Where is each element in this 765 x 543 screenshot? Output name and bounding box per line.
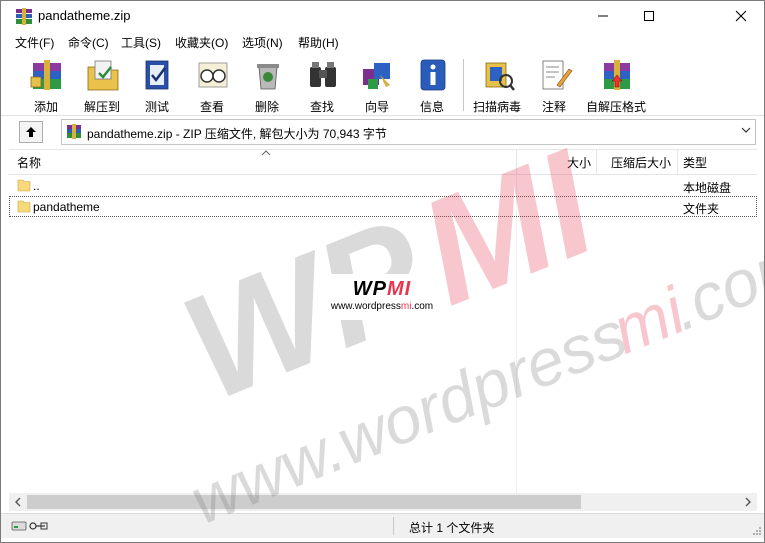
sort-ascending-icon [261,150,271,156]
menu-options[interactable]: 选项(N) [242,34,283,51]
scroll-left-icon[interactable] [14,497,22,507]
column-divider [677,150,678,174]
address-combobox[interactable]: pandatheme.zip - ZIP 压缩文件, 解包大小为 70,943 … [61,119,756,145]
menu-favorites[interactable]: 收藏夹(O) [175,34,228,51]
delete-button[interactable]: 删除 [242,55,292,114]
column-divider [596,150,597,174]
item-type: 本地磁盘 [683,181,732,195]
sfx-label: 自解压格式 [585,100,646,114]
add-button[interactable]: 添加 [21,55,71,114]
menu-help[interactable]: 帮助(H) [298,34,339,51]
up-arrow-icon [26,127,36,137]
column-packed-size[interactable]: 压缩后大小 [611,154,671,171]
scroll-right-icon[interactable] [744,497,752,507]
delete-recycle-icon [257,64,279,90]
scrollbar-thumb[interactable] [27,495,581,509]
scan-virus-icon [485,62,515,91]
info-button[interactable]: 信息 [407,55,457,114]
window-title: pandatheme.zip [38,8,131,23]
title-bar[interactable]: pandatheme.zip [1,1,764,31]
column-header: 名称 大小 压缩后大小 类型 [9,150,757,175]
menu-bar: 文件(F) 命令(C) 工具(S) 收藏夹(O) 选项(N) 帮助(H) [1,31,764,51]
address-row: pandatheme.zip - ZIP 压缩文件, 解包大小为 70,943 … [1,117,764,147]
comment-label: 注释 [541,100,566,114]
folder-icon [17,179,31,192]
maximize-button[interactable] [626,1,672,31]
column-gridline [516,174,517,494]
winrar-app-icon [16,8,32,25]
comment-button[interactable]: 注释 [529,55,579,114]
horizontal-scrollbar[interactable] [9,493,757,511]
item-name: .. [33,179,40,193]
add-archive-icon [30,60,61,90]
column-size[interactable]: 大小 [567,154,591,171]
close-icon [735,10,747,22]
view-button[interactable]: 查看 [187,55,237,114]
wizard-icon [363,63,390,89]
list-item[interactable]: .. 本地磁盘 [9,175,757,196]
test-icon [145,60,169,90]
menu-file[interactable]: 文件(F) [15,34,54,51]
status-separator [393,517,394,535]
sfx-button[interactable]: 自解压格式 [586,55,646,114]
view-glasses-icon [198,62,228,88]
comment-pencil-icon [542,60,573,90]
column-divider [516,150,517,174]
item-type: 文件夹 [683,202,720,216]
menu-tools[interactable]: 工具(S) [121,34,161,51]
drive-key-icon [11,521,48,531]
chevron-down-icon[interactable] [741,126,751,134]
up-folder-button[interactable] [19,121,43,143]
status-bar: 总计 1 个文件夹 [1,513,764,538]
status-text: 总计 1 个文件夹 [409,521,495,535]
extract-folder-icon [87,60,119,91]
item-name: pandatheme [33,200,100,214]
resize-grip-icon[interactable] [752,526,762,536]
column-type[interactable]: 类型 [683,154,707,171]
column-name[interactable]: 名称 [17,154,41,171]
find-button[interactable]: 查找 [297,55,347,114]
close-button[interactable] [718,1,764,31]
winrar-window: pandatheme.zip 文件(F) 命令(C) 工具(S) 收藏夹(O) … [0,0,765,543]
scan-virus-button[interactable]: 扫描病毒 [472,55,522,114]
list-item[interactable]: pandatheme 文件夹 [9,196,757,217]
sfx-archive-icon [604,60,630,90]
extract-to-button[interactable]: 解压到 [77,55,127,114]
address-text: pandatheme.zip - ZIP 压缩文件, 解包大小为 70,943 … [87,127,387,141]
archive-icon [67,124,81,139]
toolbar: 添加 解压到 测试 查看 删除 查找 向导 信息 扫描病毒 注释 自解压格式 [1,51,764,116]
menu-commands[interactable]: 命令(C) [68,34,109,51]
info-label: 信息 [419,100,444,114]
info-icon [420,59,446,91]
minimize-button[interactable] [580,1,626,31]
find-binoculars-icon [310,62,336,87]
minimize-icon [598,15,608,17]
wizard-button[interactable]: 向导 [352,55,402,114]
maximize-icon [644,11,654,21]
test-button[interactable]: 测试 [132,55,182,114]
folder-icon [17,200,31,213]
file-list[interactable]: 名称 大小 压缩后大小 类型 .. 本地磁盘 pandatheme 文件夹 [9,149,757,494]
